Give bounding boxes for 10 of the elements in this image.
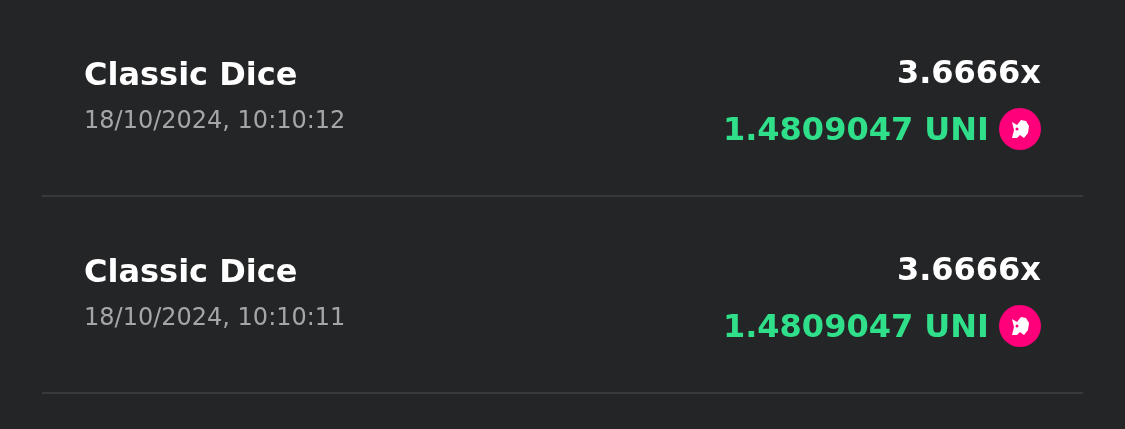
- multiplier: 3.6666x: [896, 52, 1041, 92]
- multiplier: 3.6666x: [896, 249, 1041, 289]
- game-name: Classic Dice: [84, 251, 299, 292]
- coin-icon: [999, 305, 1041, 347]
- bet-time: 18/10/2024, 10:10:12: [84, 105, 346, 136]
- game-name: Classic Dice: [84, 54, 299, 95]
- bet-time: 18/10/2024, 10:10:11: [84, 302, 346, 333]
- coin-icon: [999, 108, 1041, 150]
- payout-amount: 1.4809047 UNI: [722, 109, 989, 149]
- payout-amount: 1.4809047 UNI: [722, 306, 989, 346]
